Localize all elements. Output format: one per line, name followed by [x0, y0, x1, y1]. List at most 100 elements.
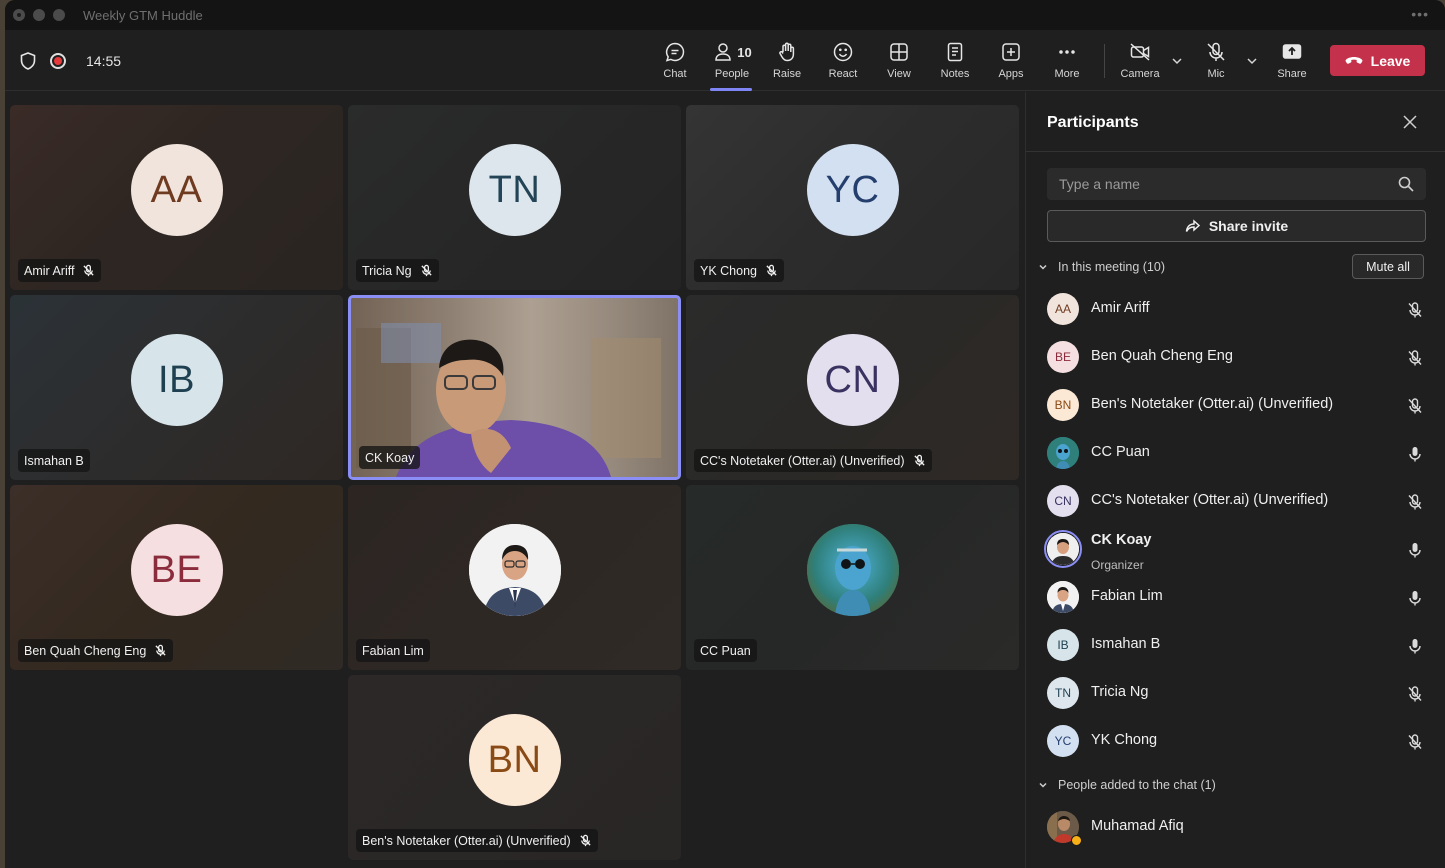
participant-row[interactable]: CC Puan [1026, 430, 1445, 476]
avatar: BN [468, 714, 561, 807]
participant-name: CC Puan [700, 643, 751, 658]
mic-off-icon[interactable] [1406, 349, 1424, 367]
mic-options-chevron-icon[interactable] [1245, 54, 1259, 68]
participant-name: Amir Ariff [1091, 300, 1150, 316]
avatar: AA [1047, 293, 1079, 325]
camera-options-chevron-icon[interactable] [1170, 54, 1184, 68]
notes-button[interactable]: Notes [927, 40, 983, 90]
chat-label: Chat [663, 68, 687, 80]
participant-name: Ismahan B [24, 453, 84, 468]
chat-icon [664, 40, 686, 64]
more-options-icon[interactable]: ••• [1411, 6, 1429, 22]
video-tile-active[interactable]: CK Koay [348, 295, 681, 480]
more-button[interactable]: More [1039, 40, 1095, 90]
avatar: YC [806, 144, 899, 237]
react-label: React [828, 68, 858, 80]
panel-title: Participants [1047, 114, 1139, 131]
video-grid: AA Amir Ariff TN Tricia Ng YC YK Chong I… [5, 92, 1025, 868]
participant-name: Ismahan B [1091, 636, 1161, 652]
participant-row[interactable]: Fabian Lim [1026, 574, 1445, 620]
people-icon: 10 [712, 40, 752, 64]
participant-tile[interactable]: CN CC's Notetaker (Otter.ai) (Unverified… [686, 295, 1019, 480]
person-photo [468, 524, 561, 617]
share-invite-button[interactable]: Share invite [1047, 210, 1426, 242]
participant-row[interactable]: CN CC's Notetaker (Otter.ai) (Unverified… [1026, 478, 1445, 524]
participant-tile[interactable]: BE Ben Quah Cheng Eng [10, 485, 343, 670]
minimize-window-button[interactable] [33, 9, 45, 21]
participant-row[interactable]: Muhamad Afiq [1026, 804, 1445, 850]
camera-button[interactable]: Camera [1112, 40, 1168, 90]
mic-on-icon[interactable] [1406, 541, 1424, 559]
mic-off-icon[interactable] [1406, 301, 1424, 319]
mic-off-icon[interactable] [1406, 397, 1424, 415]
leave-button[interactable]: Leave [1330, 45, 1425, 76]
close-icon[interactable] [1402, 114, 1418, 130]
participant-row[interactable]: BE Ben Quah Cheng Eng [1026, 334, 1445, 380]
participant-row[interactable]: IB Ismahan B [1026, 622, 1445, 668]
mic-off-icon[interactable] [1406, 733, 1424, 751]
participant-name: CC Puan [1091, 444, 1150, 460]
chat-button[interactable]: Chat [647, 40, 703, 90]
participant-name: Ben Quah Cheng Eng [24, 643, 147, 658]
avatar: BE [1047, 341, 1079, 373]
mic-button[interactable]: Mic [1188, 40, 1244, 90]
avatar: AA [130, 144, 223, 237]
share-screen-icon [1281, 40, 1303, 64]
participant-tile[interactable]: YC YK Chong [686, 105, 1019, 290]
close-window-button[interactable] [13, 9, 25, 21]
participant-tile[interactable]: TN Tricia Ng [348, 105, 681, 290]
participant-row-organizer[interactable]: CK Koay Organizer [1026, 526, 1445, 572]
participant-row[interactable]: BN Ben's Notetaker (Otter.ai) (Unverifie… [1026, 382, 1445, 428]
participant-tile[interactable]: AA Amir Ariff [10, 105, 343, 290]
mute-all-button[interactable]: Mute all [1352, 254, 1424, 279]
mic-on-icon[interactable] [1406, 637, 1424, 655]
raise-hand-button[interactable]: Raise [759, 40, 815, 90]
share-icon [1185, 219, 1200, 232]
participant-row[interactable]: YC YK Chong [1026, 718, 1445, 764]
participant-name: CK Koay [1091, 532, 1152, 548]
view-button[interactable]: View [871, 40, 927, 90]
in-meeting-section-toggle[interactable]: In this meeting (10) [1038, 260, 1165, 274]
participant-tile[interactable]: BN Ben's Notetaker (Otter.ai) (Unverifie… [348, 675, 681, 860]
participant-tile[interactable]: IB Ismahan B [10, 295, 343, 480]
participant-name: YK Chong [700, 263, 757, 278]
participant-nametag: Amir Ariff [18, 259, 102, 282]
participant-name: CC's Notetaker (Otter.ai) (Unverified) [1091, 492, 1329, 508]
apps-button[interactable]: Apps [983, 40, 1039, 90]
participant-nametag: Ben's Notetaker (Otter.ai) (Unverified) [356, 829, 598, 852]
avatar: TN [1047, 677, 1079, 709]
meeting-window: Weekly GTM Huddle ••• 14:55 Chat 10 Peop… [5, 0, 1445, 868]
share-label: Share [1277, 68, 1307, 80]
added-to-chat-section-toggle[interactable]: People added to the chat (1) [1038, 778, 1216, 792]
grid-view-icon [888, 40, 910, 64]
shield-icon[interactable] [20, 51, 36, 70]
mic-on-icon[interactable] [1406, 445, 1424, 463]
notes-label: Notes [940, 68, 970, 80]
people-label: People [714, 68, 750, 80]
participant-name: Tricia Ng [1091, 684, 1149, 700]
participant-tile[interactable]: CC Puan [686, 485, 1019, 670]
mic-on-icon[interactable] [1406, 589, 1424, 607]
raise-hand-label: Raise [772, 68, 802, 80]
react-button[interactable]: React [815, 40, 871, 90]
search-icon[interactable] [1398, 176, 1414, 192]
participant-tile[interactable]: Fabian Lim [348, 485, 681, 670]
participant-name: Amir Ariff [24, 263, 75, 278]
avatar: CN [806, 334, 899, 427]
participant-search-input[interactable] [1059, 176, 1398, 192]
people-button[interactable]: 10 People [702, 40, 762, 91]
mic-off-icon [1205, 40, 1227, 64]
participant-nametag: YK Chong [694, 259, 784, 282]
meeting-status: 14:55 [20, 30, 121, 91]
more-icon [1056, 40, 1078, 64]
mic-off-icon[interactable] [1406, 685, 1424, 703]
participant-row[interactable]: AA Amir Ariff [1026, 286, 1445, 332]
participant-nametag: Tricia Ng [356, 259, 439, 282]
raise-hand-icon [776, 40, 798, 64]
participant-nametag: CK Koay [359, 446, 421, 469]
mic-off-icon[interactable] [1406, 493, 1424, 511]
window-title: Weekly GTM Huddle [83, 7, 203, 23]
participant-row[interactable]: TN Tricia Ng [1026, 670, 1445, 716]
share-button[interactable]: Share [1264, 40, 1320, 90]
maximize-window-button[interactable] [53, 9, 65, 21]
